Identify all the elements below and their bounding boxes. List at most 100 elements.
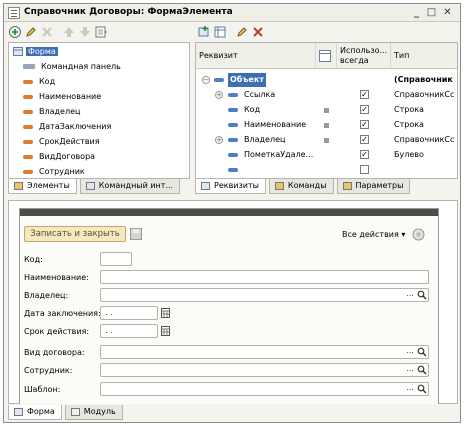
contract-kind-input[interactable]: ...: [100, 345, 429, 359]
left-tab-bar: Элементы Командный инт...: [8, 179, 183, 194]
always-used-checkbox[interactable]: ✓: [360, 90, 369, 99]
attribute-marker-icon: [324, 138, 329, 143]
collapse-icon[interactable]: −: [202, 76, 210, 84]
window-title: Справочник Договоры: ФормаЭлемента: [24, 7, 233, 17]
attribute-icon: [228, 108, 238, 112]
tree-item-field[interactable]: Сотрудник: [23, 164, 85, 178]
field-icon: [23, 109, 33, 114]
tab-commands[interactable]: Команды: [268, 179, 334, 194]
attributes-tab-icon: [201, 182, 210, 190]
save-icon[interactable]: [130, 228, 142, 240]
owner-input[interactable]: ...: [100, 288, 429, 302]
open-search-icon[interactable]: [416, 289, 428, 301]
attributes-toolbar: [197, 24, 267, 40]
table-row[interactable]: ПометкаУдале... ✓ Булево: [196, 148, 457, 162]
title-bar: Справочник Договоры: ФормаЭлемента _ □ ✕: [4, 4, 460, 22]
add-attribute-icon[interactable]: [197, 25, 211, 39]
delete-icon[interactable]: [40, 25, 54, 39]
always-used-checkbox[interactable]: ✓: [360, 150, 369, 159]
term-label: Срок действия:: [24, 327, 90, 336]
attribute-icon: [228, 168, 238, 172]
template-input[interactable]: ...: [100, 382, 429, 396]
table-row-partial[interactable]: [196, 163, 457, 177]
grid-header: Реквизит Использо... всегда Тип: [196, 43, 457, 69]
tree-item-field[interactable]: Наименование: [23, 89, 101, 104]
calendar-icon[interactable]: [161, 325, 171, 337]
template-field-buttons: ...: [404, 383, 428, 395]
name-input[interactable]: [100, 270, 429, 284]
close-button[interactable]: ✕: [441, 6, 454, 19]
always-used-checkbox[interactable]: ✓: [360, 135, 369, 144]
tab-module[interactable]: Модуль: [64, 405, 123, 420]
select-button[interactable]: ...: [404, 289, 416, 301]
edit-pencil-icon[interactable]: [235, 25, 249, 39]
delete-icon[interactable]: [251, 25, 265, 39]
tab-attributes[interactable]: Реквизиты: [195, 179, 266, 194]
employee-input[interactable]: ...: [100, 363, 429, 377]
add-element-icon[interactable]: [8, 25, 22, 39]
form-preview-area: Записать и закрыть Все действия ▾ Код: Н…: [8, 200, 458, 404]
tab-form[interactable]: Форма: [8, 405, 62, 420]
minimize-button[interactable]: _: [410, 6, 423, 19]
help-icon[interactable]: [412, 228, 425, 241]
toolbar-separator: [229, 25, 233, 39]
always-used-checkbox[interactable]: ✓: [360, 105, 369, 114]
expand-icon[interactable]: +: [215, 91, 223, 99]
tree-item-field[interactable]: ДатаЗаключения: [23, 119, 111, 134]
select-button[interactable]: ...: [404, 346, 416, 358]
tree-item-field[interactable]: ВидДоговора: [23, 149, 95, 164]
column-header-attribute[interactable]: Реквизит: [196, 43, 316, 69]
form-preview: Записать и закрыть Все действия ▾ Код: Н…: [19, 208, 439, 404]
code-input[interactable]: [100, 252, 132, 266]
select-button[interactable]: ...: [404, 383, 416, 395]
table-row[interactable]: Код ✓ Строка: [196, 103, 457, 117]
edit-pencil-icon[interactable]: [24, 25, 38, 39]
tree-root-form[interactable]: Форма: [13, 44, 58, 59]
table-row[interactable]: − Объект (Справочник: [196, 73, 457, 87]
always-used-checkbox[interactable]: ✓: [360, 120, 369, 129]
elements-tree: Форма Командная панель Код Наименование …: [8, 42, 190, 179]
name-label: Наименование:: [24, 273, 89, 282]
table-row[interactable]: + Ссылка ✓ СправочникСс: [196, 88, 457, 102]
table-row[interactable]: + Владелец ✓ СправочникСс: [196, 133, 457, 147]
tab-elements[interactable]: Элементы: [8, 179, 77, 194]
column-header-type[interactable]: Тип: [391, 43, 457, 69]
field-icon: [23, 154, 33, 159]
column-header-always-used[interactable]: Использо... всегда: [337, 43, 391, 69]
table-row[interactable]: Наименование ✓ Строка: [196, 118, 457, 132]
field-icon: [23, 124, 33, 129]
elements-tab-icon: [14, 182, 23, 190]
calendar-icon[interactable]: [161, 307, 171, 319]
open-search-icon[interactable]: [416, 364, 428, 376]
command-panel-icon: [23, 64, 35, 69]
command-interface-tab-icon: [85, 182, 95, 190]
field-icon: [23, 169, 33, 174]
properties-icon[interactable]: [94, 25, 108, 39]
tab-command-interface[interactable]: Командный инт...: [79, 179, 181, 194]
date-input[interactable]: . .: [100, 306, 158, 320]
toolbar-separator: [56, 25, 60, 39]
move-up-icon[interactable]: [62, 25, 76, 39]
tab-parameters[interactable]: Параметры: [336, 179, 411, 194]
expand-icon[interactable]: +: [215, 136, 223, 144]
term-input[interactable]: . .: [100, 324, 158, 338]
select-button[interactable]: ...: [404, 364, 416, 376]
elements-toolbar: [8, 24, 110, 40]
field-icon: [23, 79, 33, 84]
tree-item-field[interactable]: СрокДействия: [23, 134, 100, 149]
tree-item-command-panel[interactable]: Командная панель: [23, 59, 121, 74]
open-search-icon[interactable]: [416, 383, 428, 395]
open-search-icon[interactable]: [416, 346, 428, 358]
move-down-icon[interactable]: [78, 25, 92, 39]
attribute-icon: [228, 138, 238, 142]
add-table-icon[interactable]: [213, 25, 227, 39]
employee-field-buttons: ...: [404, 364, 428, 376]
column-header-icon: [316, 43, 337, 69]
maximize-button[interactable]: □: [425, 6, 438, 19]
save-and-close-button[interactable]: Записать и закрыть: [24, 226, 126, 242]
always-used-checkbox[interactable]: [360, 165, 369, 174]
all-actions-menu[interactable]: Все действия ▾: [342, 230, 405, 239]
attribute-icon: [228, 93, 238, 97]
tree-item-field[interactable]: Код: [23, 74, 55, 89]
tree-item-field[interactable]: Владелец: [23, 104, 80, 119]
